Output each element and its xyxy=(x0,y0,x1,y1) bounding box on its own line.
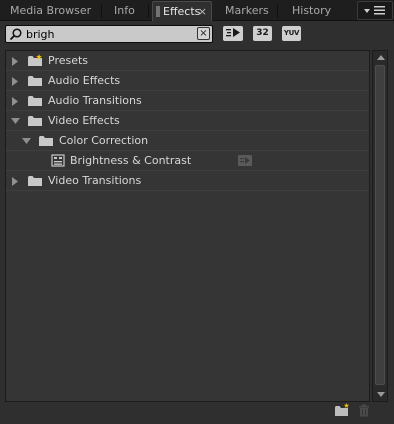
new-custom-bin-icon[interactable] xyxy=(334,403,350,417)
tab-effects[interactable]: Effects × xyxy=(152,1,212,21)
folder-icon xyxy=(39,136,53,146)
search-field[interactable]: × xyxy=(5,25,213,43)
vertical-scrollbar[interactable] xyxy=(372,50,388,402)
tab-label: Info xyxy=(114,4,135,17)
tree-item-label: Brightness & Contrast xyxy=(70,154,192,167)
tree-item-video-transitions[interactable]: Video Transitions xyxy=(6,171,369,191)
scrollbar-thumb[interactable] xyxy=(375,65,385,385)
tree-item-audio-transitions[interactable]: Audio Transitions xyxy=(6,91,369,111)
expand-arrow-icon[interactable] xyxy=(12,77,18,86)
presets-folder-icon xyxy=(28,54,42,66)
search-icon xyxy=(9,28,22,41)
tab-label: Markers xyxy=(225,4,269,17)
yuv-filter-button[interactable]: YUV xyxy=(282,26,301,41)
tree-item-label: Audio Transitions xyxy=(48,94,142,107)
tree-item-label: Video Effects xyxy=(48,114,120,127)
panel-menu-icon xyxy=(364,6,385,15)
tree-item-brightness-contrast[interactable]: Brightness & Contrast xyxy=(6,151,369,171)
tree-item-label: Audio Effects xyxy=(48,74,121,87)
tab-markers[interactable]: Markers xyxy=(215,1,278,21)
search-input[interactable] xyxy=(26,26,194,42)
scroll-down-arrow-icon[interactable] xyxy=(377,392,385,397)
tab-label: Effects xyxy=(163,5,201,18)
folder-icon xyxy=(28,176,42,186)
tab-grip-icon[interactable] xyxy=(156,6,160,17)
scroll-up-arrow-icon[interactable] xyxy=(377,55,385,60)
effects-panel: × 32 YUV Presets Audio Effects xyxy=(0,21,394,424)
close-tab-icon[interactable]: × xyxy=(198,2,207,21)
tab-label: History xyxy=(292,4,332,17)
accelerated-effects-icon xyxy=(226,28,240,37)
accelerated-badge-icon xyxy=(238,155,252,166)
expand-arrow-icon[interactable] xyxy=(12,57,18,66)
folder-icon xyxy=(28,96,42,106)
panel-tab-bar: Media Browser Info Effects × Markers His… xyxy=(0,0,394,21)
expand-arrow-icon[interactable] xyxy=(12,97,18,106)
32-bit-filter-button[interactable]: 32 xyxy=(253,26,272,41)
tree-item-label: Color Correction xyxy=(59,134,149,147)
effects-tree: Presets Audio Effects Audio Transitions … xyxy=(5,50,370,402)
effect-icon xyxy=(51,154,65,167)
tree-item-label: Video Transitions xyxy=(48,174,142,187)
folder-icon xyxy=(28,76,42,86)
tab-info[interactable]: Info xyxy=(104,1,149,21)
tab-history[interactable]: History xyxy=(282,1,352,21)
tree-item-audio-effects[interactable]: Audio Effects xyxy=(6,71,369,91)
collapse-arrow-icon[interactable] xyxy=(11,118,20,124)
tab-label: Media Browser xyxy=(10,4,92,17)
tree-item-video-effects[interactable]: Video Effects xyxy=(6,111,369,131)
tree-item-presets[interactable]: Presets xyxy=(6,51,369,71)
clear-search-button[interactable]: × xyxy=(197,27,210,40)
panel-menu-button[interactable] xyxy=(357,1,393,20)
collapse-arrow-icon[interactable] xyxy=(22,138,31,144)
tab-media-browser[interactable]: Media Browser xyxy=(0,1,102,21)
tree-item-label: Presets xyxy=(48,54,89,67)
accelerated-effects-filter-button[interactable] xyxy=(223,26,243,41)
folder-icon xyxy=(28,116,42,126)
expand-arrow-icon[interactable] xyxy=(12,177,18,186)
tree-item-color-correction[interactable]: Color Correction xyxy=(6,131,369,151)
delete-icon[interactable] xyxy=(358,404,370,417)
